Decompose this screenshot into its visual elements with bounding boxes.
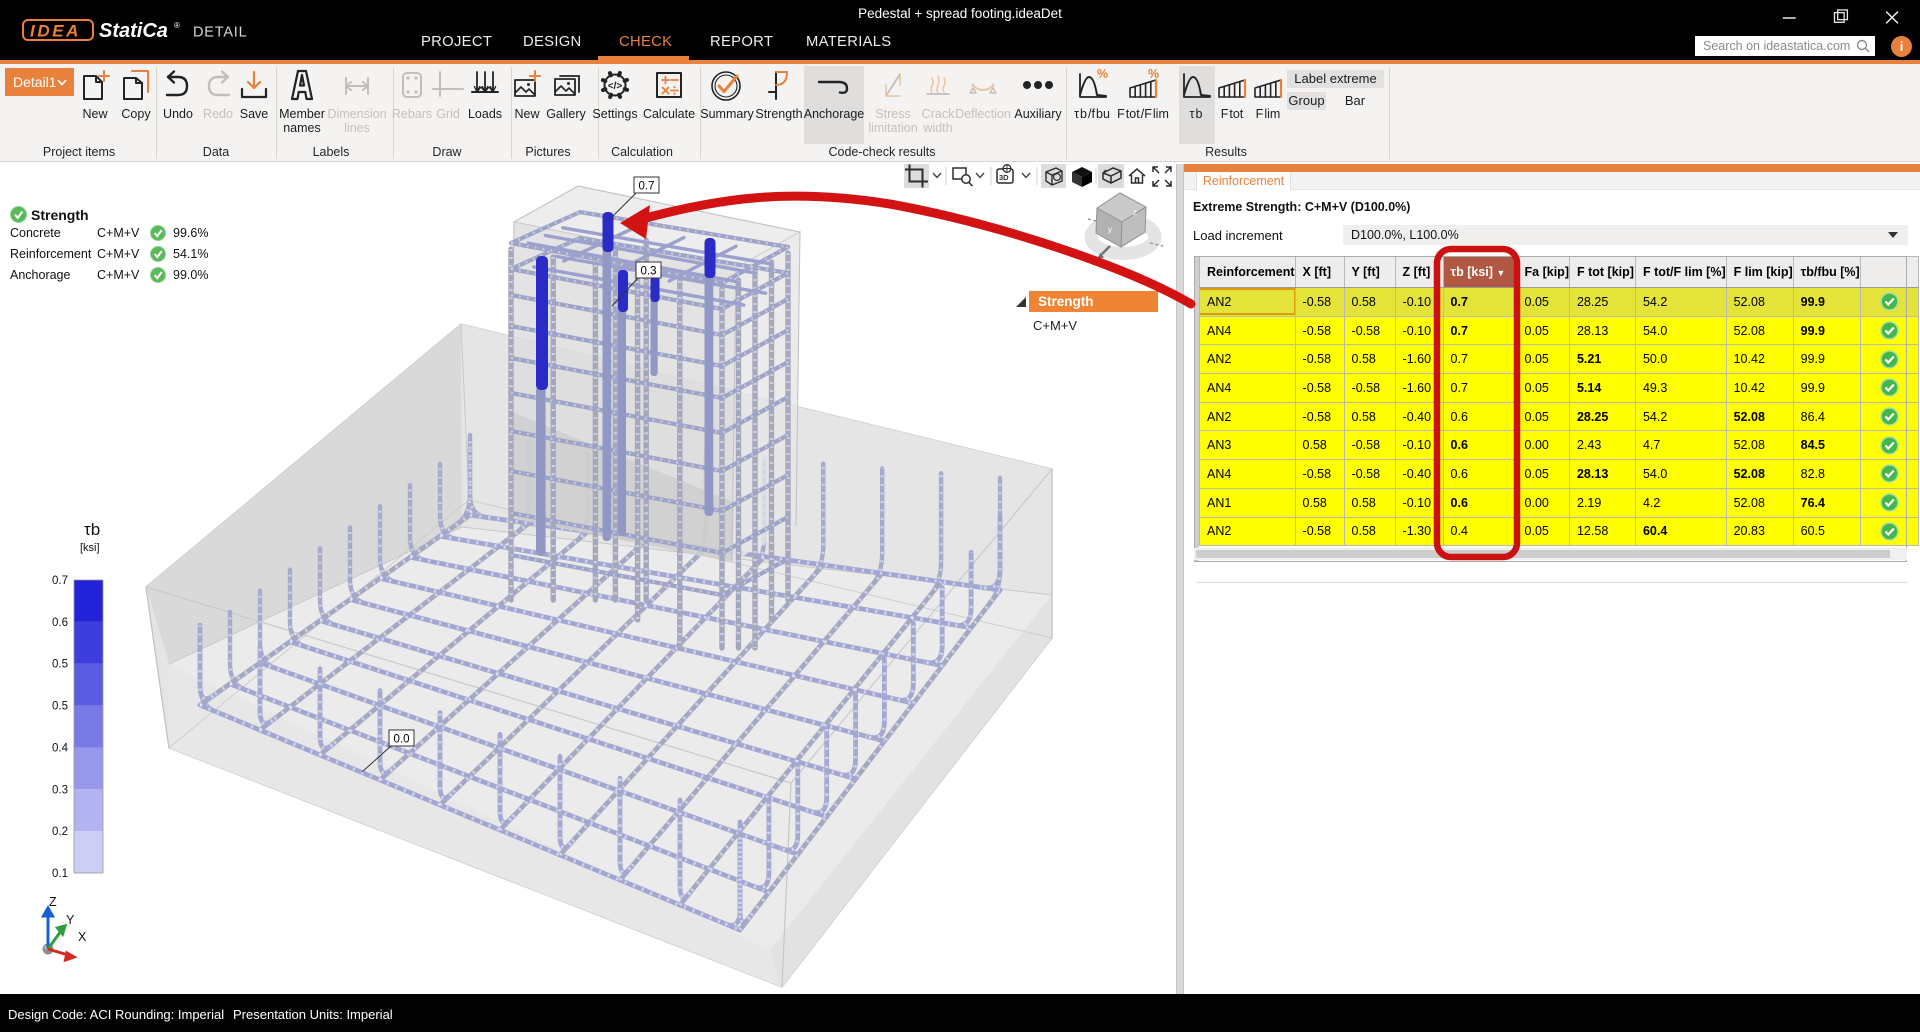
svg-text:0.7: 0.7 <box>639 181 655 193</box>
svg-text:0.5: 0.5 <box>52 659 68 671</box>
svg-text:0.6: 0.6 <box>52 617 68 629</box>
svg-text:Reinforcement: Reinforcement <box>10 247 92 261</box>
svg-text:C+M+V: C+M+V <box>1033 318 1077 333</box>
svg-text:0.4: 0.4 <box>52 742 69 754</box>
svg-text:0.2: 0.2 <box>52 826 68 838</box>
svg-text:C+M+V: C+M+V <box>97 268 140 282</box>
svg-text:3D: 3D <box>999 173 1009 182</box>
svg-text:0.0: 0.0 <box>394 734 410 746</box>
svg-text:®: ® <box>174 21 180 30</box>
svg-text:0.7: 0.7 <box>52 575 68 587</box>
svg-text:0.5: 0.5 <box>52 701 68 713</box>
svg-text:99.6%: 99.6% <box>173 226 208 240</box>
svg-text:0.3: 0.3 <box>641 266 657 278</box>
svg-text:</>: </> <box>608 81 623 92</box>
svg-text:Y: Y <box>66 913 75 927</box>
svg-text:0.1: 0.1 <box>52 868 68 880</box>
svg-text:[ksi]: [ksi] <box>80 542 100 554</box>
svg-text:C+M+V: C+M+V <box>97 247 140 261</box>
svg-text:Strength: Strength <box>1038 294 1094 309</box>
svg-text:C+M+V: C+M+V <box>97 226 140 240</box>
svg-text:Strength: Strength <box>31 207 89 223</box>
svg-text:X: X <box>78 930 87 944</box>
svg-text:Z: Z <box>49 895 57 909</box>
svg-text:y: y <box>1108 225 1112 234</box>
svg-text:Concrete: Concrete <box>10 226 61 240</box>
svg-text:τb: τb <box>84 520 100 539</box>
svg-text:54.1%: 54.1% <box>173 247 208 261</box>
svg-text:0.3: 0.3 <box>52 784 68 796</box>
svg-text:z: z <box>1133 208 1137 217</box>
svg-text:Anchorage: Anchorage <box>10 268 71 282</box>
svg-text:99.0%: 99.0% <box>173 268 208 282</box>
